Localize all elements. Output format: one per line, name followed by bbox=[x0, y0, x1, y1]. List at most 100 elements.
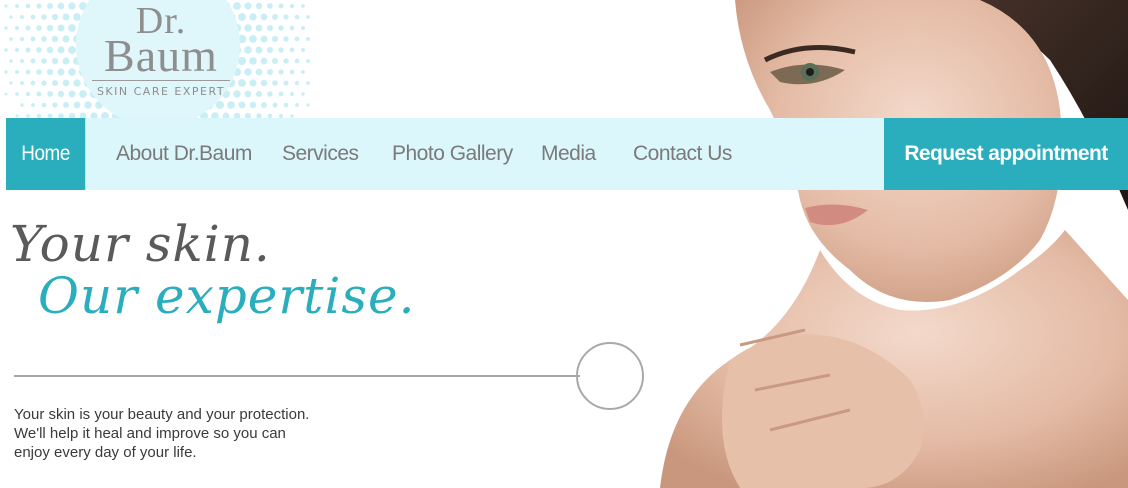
logo-dot bbox=[41, 80, 47, 86]
logo-dot bbox=[255, 24, 263, 32]
logo-dot bbox=[244, 46, 252, 54]
nav-item-home[interactable]: Home bbox=[6, 118, 86, 190]
logo-dot bbox=[57, 46, 65, 54]
logo-dot bbox=[289, 91, 295, 97]
logo-dot bbox=[306, 59, 310, 63]
logo-dot bbox=[36, 25, 42, 31]
logo-dot bbox=[41, 36, 47, 42]
logo-dot bbox=[9, 81, 13, 85]
logo-dot bbox=[278, 25, 284, 31]
logo-dot bbox=[261, 102, 267, 108]
description-line: We'll help it heal and improve so you ca… bbox=[14, 425, 286, 442]
logo-dot bbox=[278, 69, 284, 75]
main-nav: Home About Dr.Baum Services Photo Galler… bbox=[6, 118, 1128, 190]
logo-dot bbox=[19, 58, 25, 64]
logo-dot bbox=[57, 68, 65, 76]
logo-dot bbox=[68, 24, 76, 32]
logo-dot bbox=[306, 103, 310, 107]
logo-dot bbox=[289, 69, 295, 75]
logo-dot bbox=[244, 90, 252, 98]
nav-item-services[interactable]: Services bbox=[282, 142, 359, 166]
logo-dot bbox=[30, 80, 36, 86]
logo-dot bbox=[255, 90, 263, 98]
logo-dot bbox=[46, 68, 54, 76]
logo-dot bbox=[283, 102, 289, 108]
logo-dot bbox=[57, 24, 65, 32]
logo-dot bbox=[20, 103, 24, 107]
description-line: enjoy every day of your life. bbox=[14, 444, 197, 461]
logo-dot bbox=[73, 79, 81, 87]
logo-dot bbox=[249, 79, 257, 87]
logo-dot bbox=[15, 4, 19, 8]
logo-dot bbox=[283, 80, 289, 86]
logo-dot bbox=[278, 47, 284, 53]
nav-item-photo-gallery[interactable]: Photo Gallery bbox=[392, 142, 513, 166]
logo-dot bbox=[30, 102, 36, 108]
logo-dot bbox=[51, 79, 59, 87]
logo-wordmark: Dr. Baum SKIN CARE EXPERT bbox=[86, 2, 236, 98]
logo-dot bbox=[244, 24, 252, 32]
logo-dot bbox=[306, 15, 310, 19]
logo-dot bbox=[215, 100, 225, 110]
logo-dot bbox=[41, 14, 47, 20]
logo-dot bbox=[30, 14, 36, 20]
logo-dot bbox=[237, 12, 247, 22]
logo-dot bbox=[301, 70, 305, 74]
logo-dot bbox=[57, 2, 65, 10]
logo-dot bbox=[278, 3, 284, 9]
logo-dot bbox=[51, 13, 59, 21]
logo-dot bbox=[73, 13, 81, 21]
request-appointment-button[interactable]: Request appointment bbox=[884, 118, 1128, 190]
logo-dot bbox=[36, 91, 42, 97]
logo-dot bbox=[260, 79, 268, 87]
logo-dot bbox=[249, 101, 257, 109]
nav-item-media[interactable]: Media bbox=[541, 142, 596, 166]
logo-dot bbox=[30, 58, 36, 64]
logo-dot bbox=[51, 35, 59, 43]
logo-dot bbox=[249, 57, 257, 65]
logo-dot bbox=[36, 69, 42, 75]
logo-dot bbox=[283, 14, 289, 20]
logo-dot bbox=[271, 57, 279, 65]
logo-dot bbox=[267, 3, 273, 9]
site-logo[interactable]: Dr. Baum SKIN CARE EXPERT bbox=[0, 0, 310, 118]
logo-dot bbox=[238, 79, 246, 87]
nav-item-contact[interactable]: Contact Us bbox=[633, 142, 732, 166]
logo-dot bbox=[249, 13, 257, 21]
logo-dot bbox=[46, 46, 54, 54]
logo-dot bbox=[47, 91, 53, 97]
logo-dot bbox=[294, 58, 300, 64]
logo-dot bbox=[289, 47, 295, 53]
logo-dot bbox=[272, 14, 278, 20]
logo-dot bbox=[255, 46, 263, 54]
logo-dot bbox=[62, 57, 70, 65]
logo-dot bbox=[272, 102, 278, 108]
logo-dot bbox=[295, 103, 299, 107]
logo-dot bbox=[25, 25, 31, 31]
circle-ornament-icon bbox=[576, 342, 644, 410]
logo-dot bbox=[73, 101, 81, 109]
logo-dot bbox=[301, 26, 305, 30]
logo-dot bbox=[20, 81, 24, 85]
logo-dot bbox=[25, 69, 31, 75]
logo-dot bbox=[4, 26, 8, 30]
logo-dot bbox=[84, 101, 92, 109]
logo-dot bbox=[68, 46, 76, 54]
logo-dot bbox=[289, 3, 295, 9]
hero-divider-line bbox=[14, 375, 580, 377]
tagline-our-expertise: Our expertise. bbox=[38, 267, 416, 325]
logo-dot bbox=[62, 13, 70, 21]
logo-dot bbox=[283, 58, 289, 64]
logo-dot bbox=[62, 101, 70, 109]
logo-dot bbox=[14, 69, 20, 75]
logo-dot bbox=[266, 46, 274, 54]
nav-item-about[interactable]: About Dr.Baum bbox=[116, 142, 252, 166]
logo-dot bbox=[301, 92, 305, 96]
logo-dot bbox=[15, 92, 19, 96]
logo-dot bbox=[294, 80, 300, 86]
logo-dot bbox=[255, 2, 263, 10]
logo-dot bbox=[4, 4, 8, 8]
logo-dot bbox=[9, 59, 13, 63]
logo-dot bbox=[14, 47, 20, 53]
logo-dot bbox=[267, 91, 273, 97]
